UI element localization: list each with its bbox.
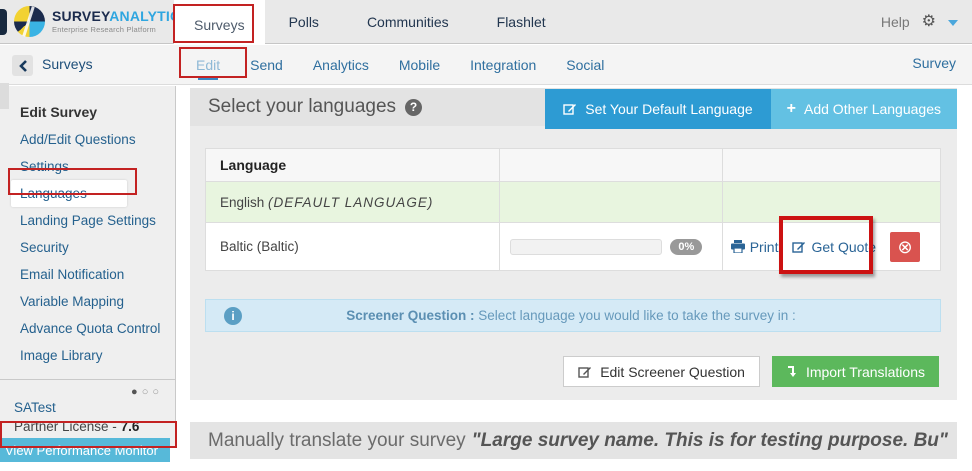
- license-version: 7.6: [120, 419, 140, 434]
- view-performance-monitor-button[interactable]: View Performance Monitor: [0, 438, 170, 462]
- sidebar-item-settings[interactable]: Settings: [0, 153, 175, 180]
- import-arrow-icon: [787, 366, 796, 377]
- manual-translate-text: Manually translate your survey "Large sur…: [208, 429, 948, 451]
- dot-inactive[interactable]: ○: [152, 386, 163, 398]
- gear-icon[interactable]: ⚙: [922, 14, 936, 30]
- sidebar-item-image-library[interactable]: Image Library: [0, 342, 175, 369]
- logo-subtitle: Enterprise Research Platform: [52, 25, 156, 35]
- edit-icon: [792, 241, 806, 253]
- sidebar-item-add-edit-questions[interactable]: Add/Edit Questions: [0, 126, 175, 153]
- nav-flashlet[interactable]: Flashlet: [473, 0, 570, 44]
- progress-badge: 0%: [670, 238, 703, 255]
- sidebar-item-advance-quota-control[interactable]: Advance Quota Control: [0, 315, 175, 342]
- top-navigation: Surveys Polls Communities Flashlet: [174, 0, 570, 49]
- banner-label: Screener Question :: [346, 308, 475, 323]
- tab-integration[interactable]: Integration: [470, 45, 536, 85]
- default-language-note: (DEFAULT LANGUAGE): [268, 194, 434, 210]
- page-title: Select your languages: [208, 96, 397, 117]
- tab-analytics[interactable]: Analytics: [313, 45, 369, 85]
- info-icon: i: [224, 306, 242, 325]
- manual-translate-bar: Manually translate your survey "Large sur…: [190, 422, 957, 459]
- circle-x-icon: ⊗: [897, 236, 913, 257]
- languages-panel: Select your languages ? Set Your Default…: [190, 88, 957, 400]
- languages-table: Language English (DEFAULT LANGUAGE) Balt…: [204, 148, 942, 271]
- survey-name: "Large survey name. This is for testing …: [471, 429, 948, 451]
- sidebar-item-landing-page-settings[interactable]: Landing Page Settings: [0, 207, 175, 234]
- sidebar-edge-notch: [0, 83, 9, 109]
- edit-survey-sidebar: Edit Survey Add/Edit Questions Settings …: [0, 86, 176, 462]
- logo-title: SURVEYANALYTICS: [52, 8, 190, 25]
- survey-label: Survey: [912, 55, 956, 71]
- sidebar-item-email-notification[interactable]: Email Notification: [0, 261, 175, 288]
- top-header: SURVEYANALYTICS Enterprise Research Plat…: [0, 0, 972, 49]
- sidebar-heading: Edit Survey: [20, 104, 98, 120]
- breadcrumb-surveys[interactable]: Surveys: [42, 56, 93, 72]
- survey-subnav: Surveys Edit Send Analytics Mobile Integ…: [0, 45, 972, 85]
- nav-polls[interactable]: Polls: [265, 0, 343, 44]
- survey-tabs: Edit Send Analytics Mobile Integration S…: [196, 45, 604, 85]
- column-header-language: Language: [204, 148, 501, 182]
- table-row-english: English (DEFAULT LANGUAGE): [204, 181, 942, 223]
- menu-handle[interactable]: [0, 9, 7, 35]
- import-translations-button[interactable]: Import Translations: [771, 356, 939, 387]
- edit-icon: [578, 366, 592, 378]
- table-row-baltic: Baltic (Baltic) 0% Print Get Quote ⊗: [204, 222, 942, 271]
- edit-screener-question-button[interactable]: Edit Screener Question: [563, 356, 760, 387]
- carousel-dots[interactable]: ●○○: [0, 380, 175, 398]
- get-quote-link[interactable]: Get Quote: [792, 239, 876, 255]
- license-info: Partner License - 7.6: [14, 419, 140, 434]
- tab-mobile[interactable]: Mobile: [399, 45, 440, 85]
- printer-icon: [730, 240, 745, 253]
- banner-message: Select language you would like to take t…: [478, 308, 796, 323]
- add-other-languages-button[interactable]: + Add Other Languages: [770, 89, 957, 129]
- tab-social[interactable]: Social: [566, 45, 604, 85]
- chevron-down-icon[interactable]: [948, 20, 958, 26]
- nav-surveys[interactable]: Surveys: [174, 0, 265, 49]
- app-logo[interactable]: SURVEYANALYTICS Enterprise Research Plat…: [14, 6, 190, 37]
- edit-icon: [563, 104, 577, 115]
- back-button[interactable]: [12, 55, 33, 76]
- tab-edit[interactable]: Edit: [196, 45, 220, 85]
- language-name: Baltic (Baltic): [220, 239, 299, 254]
- language-name: English: [220, 194, 265, 210]
- translation-progress-bar: [510, 238, 663, 255]
- chevron-left-icon: [18, 59, 27, 72]
- dot-inactive[interactable]: ○: [142, 386, 153, 398]
- set-default-language-button[interactable]: Set Your Default Language: [545, 89, 771, 129]
- sidebar-item-languages[interactable]: Languages: [11, 180, 127, 207]
- sidebar-item-security[interactable]: Security: [0, 234, 175, 261]
- screener-question-banner: i Screener Question : Select language yo…: [205, 299, 941, 332]
- survey-analytics-app: SURVEYANALYTICS Enterprise Research Plat…: [0, 0, 972, 471]
- nav-communities[interactable]: Communities: [343, 0, 473, 44]
- dot-active[interactable]: ●: [131, 386, 142, 398]
- account-name-link[interactable]: SATest: [0, 398, 175, 417]
- logo-icon: [14, 6, 45, 37]
- plus-icon: +: [786, 100, 796, 117]
- tab-send[interactable]: Send: [250, 45, 283, 85]
- help-link[interactable]: Help: [881, 14, 910, 30]
- panel-header: Select your languages ? Set Your Default…: [190, 88, 957, 129]
- delete-language-button[interactable]: ⊗: [890, 231, 921, 262]
- sidebar-item-variable-mapping[interactable]: Variable Mapping: [0, 288, 175, 315]
- print-link[interactable]: Print: [730, 239, 778, 255]
- help-question-icon[interactable]: ?: [405, 98, 423, 116]
- table-header-row: Language: [204, 148, 942, 182]
